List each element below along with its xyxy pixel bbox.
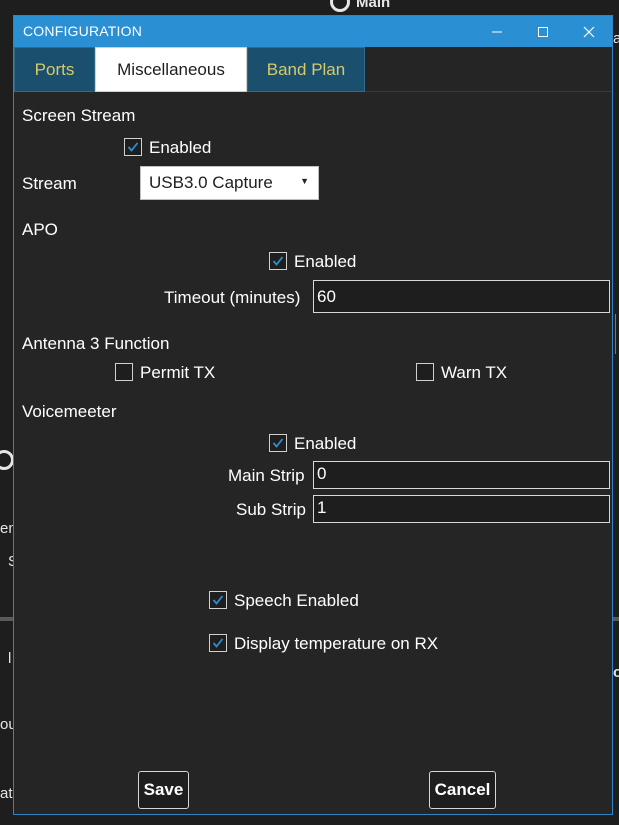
- sub-strip-input[interactable]: [313, 495, 610, 523]
- background-radio-main[interactable]: [330, 0, 350, 12]
- apo-heading: APO: [22, 220, 58, 239]
- check-icon: [127, 142, 139, 152]
- check-icon: [212, 595, 224, 605]
- stream-select[interactable]: USB3.0 Capture ▼: [140, 166, 319, 200]
- background-fragment: l: [8, 650, 12, 667]
- tab-ports[interactable]: Ports: [14, 47, 95, 92]
- voicemeeter-enabled-checkbox[interactable]: [269, 434, 287, 452]
- chevron-down-icon: ▼: [300, 176, 309, 186]
- configuration-dialog: CONFIGURATION Ports Miscellaneous Band P…: [13, 15, 613, 815]
- main-strip-input[interactable]: [313, 461, 610, 489]
- dialog-titlebar[interactable]: CONFIGURATION: [14, 16, 612, 47]
- screen-stream-enabled-checkbox[interactable]: [124, 138, 142, 156]
- check-icon: [272, 256, 284, 266]
- background-divider: [0, 617, 13, 621]
- warn-tx-label: Warn TX: [441, 363, 508, 382]
- voicemeeter-enabled-label: Enabled: [294, 434, 357, 453]
- timeout-label: Timeout (minutes): [164, 288, 301, 307]
- apo-enabled-label: Enabled: [294, 252, 357, 271]
- warn-tx-checkbox[interactable]: [416, 363, 434, 381]
- tab-label: Miscellaneous: [117, 59, 225, 79]
- voicemeeter-heading: Voicemeeter: [22, 402, 117, 421]
- stream-select-value: USB3.0 Capture: [149, 173, 273, 192]
- screen-stream-enabled-label: Enabled: [149, 138, 212, 157]
- background-fragment: o: [613, 664, 619, 681]
- permit-tx-checkbox[interactable]: [115, 363, 133, 381]
- main-strip-label: Main Strip: [228, 466, 305, 485]
- background-divider: [613, 617, 619, 621]
- background-radio-left[interactable]: [0, 450, 14, 470]
- permit-tx-label: Permit TX: [140, 363, 216, 382]
- sub-strip-label: Sub Strip: [236, 500, 306, 519]
- check-icon: [272, 438, 284, 448]
- tab-label: Ports: [34, 59, 75, 79]
- display-temperature-label: Display temperature on RX: [234, 634, 439, 653]
- cancel-button[interactable]: Cancel: [429, 771, 496, 809]
- check-icon: [212, 638, 224, 648]
- screen-stream-heading: Screen Stream: [22, 106, 136, 125]
- timeout-input[interactable]: [313, 280, 610, 313]
- tab-label: Band Plan: [266, 59, 346, 79]
- maximize-button[interactable]: [520, 16, 566, 47]
- tab-strip: Ports Miscellaneous Band Plan: [14, 47, 612, 92]
- speech-enabled-label: Speech Enabled: [234, 591, 359, 610]
- minimize-icon: [492, 31, 502, 32]
- background-main-label: Main: [356, 0, 391, 11]
- speech-enabled-checkbox[interactable]: [209, 591, 227, 609]
- close-icon: [583, 26, 595, 37]
- tab-band-plan[interactable]: Band Plan: [247, 47, 365, 92]
- maximize-icon: [538, 26, 548, 37]
- minimize-button[interactable]: [474, 16, 520, 47]
- tab-miscellaneous[interactable]: Miscellaneous: [95, 47, 247, 92]
- antenna3-heading: Antenna 3 Function: [22, 334, 170, 353]
- dialog-title: CONFIGURATION: [23, 23, 143, 39]
- background-fragment: a: [613, 30, 619, 47]
- close-button[interactable]: [566, 16, 612, 47]
- save-button[interactable]: Save: [138, 771, 189, 809]
- stream-label: Stream: [22, 174, 77, 193]
- background-border: [615, 314, 616, 354]
- apo-enabled-checkbox[interactable]: [269, 252, 287, 270]
- display-temperature-checkbox[interactable]: [209, 634, 227, 652]
